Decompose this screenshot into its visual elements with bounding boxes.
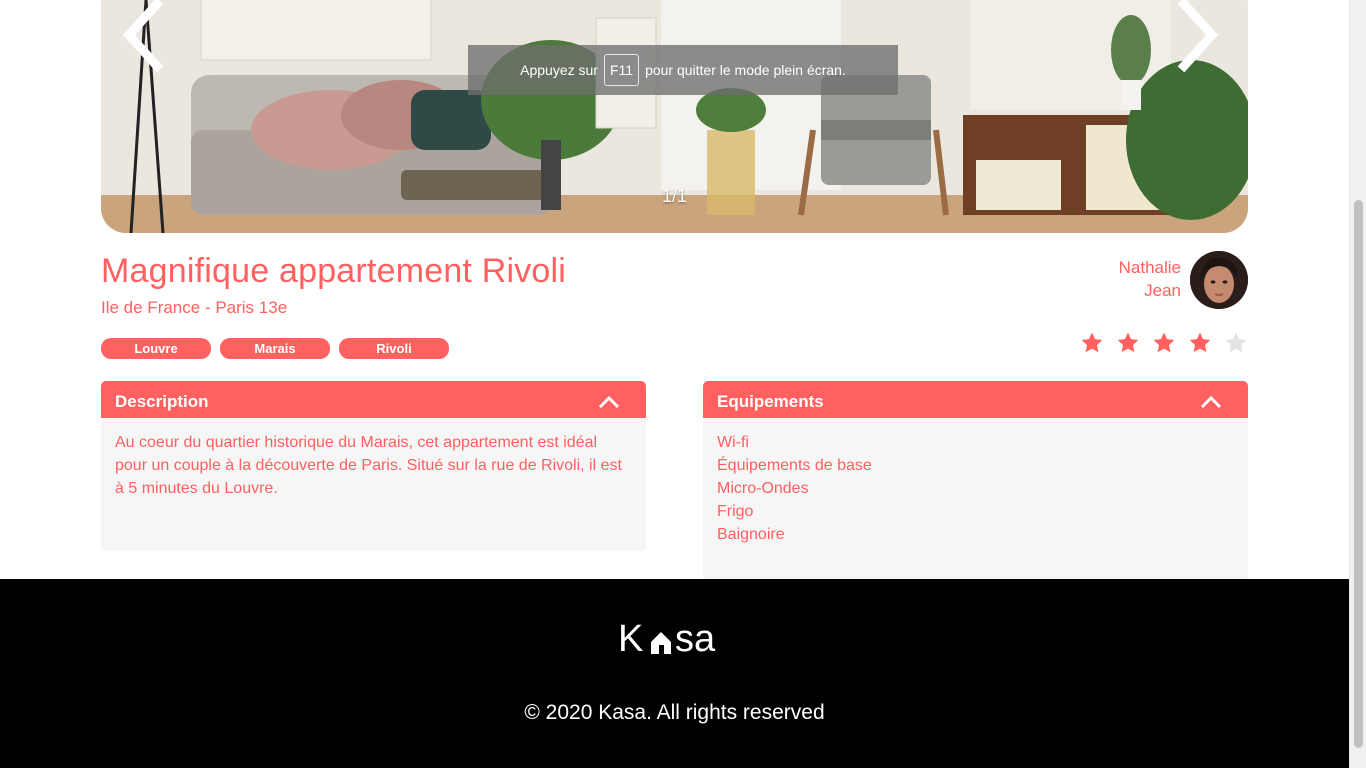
host-last-name: Jean	[1144, 281, 1181, 300]
chevron-up-icon	[1200, 395, 1222, 409]
chevron-right-icon	[1177, 0, 1219, 73]
equipment-item: Wi-fi	[717, 434, 749, 451]
fullscreen-notice-after: pour quitter le mode plein écran.	[645, 62, 846, 78]
listing-location: Ile de France - Paris 13e	[101, 298, 288, 317]
tag-list: Louvre Marais Rivoli	[101, 338, 449, 359]
equipment-item: Baignoire	[717, 526, 785, 543]
footer-copyright: © 2020 Kasa. All rights reserved	[524, 701, 825, 724]
description-body: Au coeur du quartier historique du Marai…	[101, 418, 646, 551]
star-filled-icon	[1117, 332, 1139, 353]
rating-stars	[1080, 331, 1248, 355]
chevron-left-icon	[122, 0, 164, 73]
tag: Rivoli	[339, 338, 449, 359]
description-collapse: Description Au coeur du quartier histori…	[101, 381, 646, 551]
equipments-collapse: Equipements Wi-fi Équipements de base Mi…	[703, 381, 1248, 597]
description-text: Au coeur du quartier historique du Marai…	[115, 434, 622, 497]
equipment-item: Frigo	[717, 503, 754, 520]
star-filled-icon	[1189, 332, 1211, 353]
equipment-item: Micro-Ondes	[717, 480, 809, 497]
gallery-next-button[interactable]	[1174, 0, 1234, 80]
svg-text:sa: sa	[675, 618, 716, 659]
tag: Marais	[220, 338, 330, 359]
host-first-name: Nathalie	[1118, 258, 1181, 277]
equipments-label: Equipements	[717, 392, 824, 411]
star-filled-icon	[1153, 332, 1175, 353]
host-avatar	[1190, 251, 1248, 309]
host-name: Nathalie Jean	[1119, 256, 1181, 302]
listing-page: 1/1 Appuyez sur F11 pour quitter le mode…	[0, 0, 1366, 768]
star-filled-icon	[1081, 332, 1103, 353]
fullscreen-notice-before: Appuyez sur	[520, 62, 598, 78]
equipments-toggle[interactable]: Equipements	[703, 381, 1248, 423]
listing-title: Magnifique appartement Rivoli	[101, 252, 567, 290]
scrollbar-thumb[interactable]	[1354, 200, 1363, 748]
star-empty-icon	[1225, 332, 1247, 353]
fullscreen-key: F11	[603, 54, 640, 86]
chevron-up-icon	[598, 395, 620, 409]
page-scrollbar[interactable]	[1349, 0, 1366, 768]
gallery-prev-button[interactable]	[117, 0, 177, 80]
description-label: Description	[115, 392, 209, 411]
equipments-body: Wi-fi Équipements de base Micro-Ondes Fr…	[703, 418, 1248, 597]
fullscreen-notice: Appuyez sur F11 pour quitter le mode ple…	[468, 45, 898, 95]
footer: K sa © 2020 Kasa. All rights reserved	[0, 579, 1349, 768]
equipment-item: Équipements de base	[717, 457, 872, 474]
gallery-counter: 1/1	[661, 186, 688, 206]
kasa-logo: K sa	[618, 618, 716, 659]
photo-gallery: 1/1	[101, 0, 1248, 233]
tag: Louvre	[101, 338, 211, 359]
avatar-photo	[1190, 251, 1248, 309]
description-toggle[interactable]: Description	[101, 381, 646, 423]
svg-text:K: K	[618, 618, 643, 659]
